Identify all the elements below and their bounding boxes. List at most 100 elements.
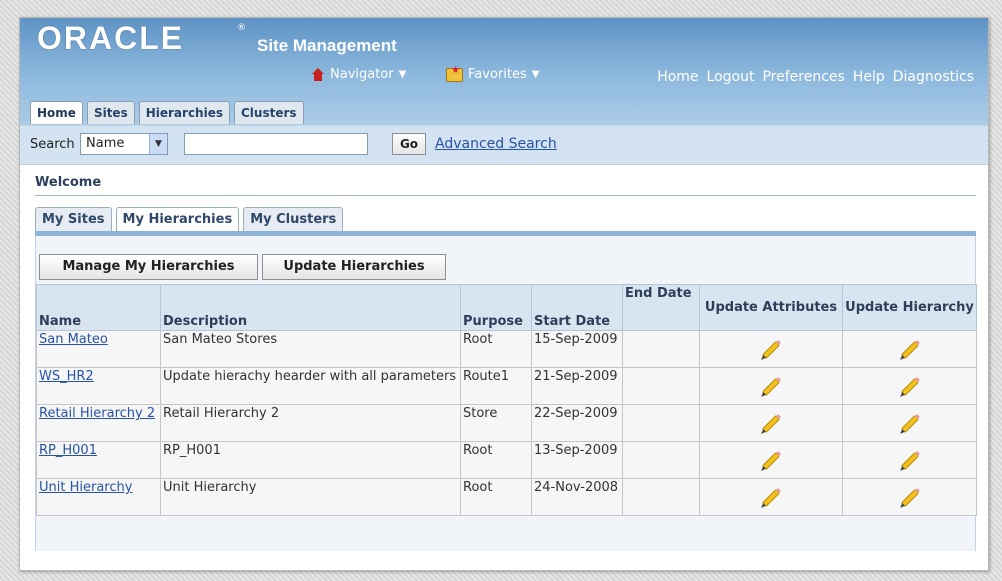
column-header-description: Description bbox=[160, 284, 461, 331]
cell-start-date: 21-Sep-2009 bbox=[531, 367, 623, 405]
search-bar: Search Name ▼ Go Advanced Search bbox=[20, 125, 988, 165]
tab-home[interactable]: Home bbox=[30, 101, 83, 124]
favorites-icon bbox=[446, 65, 463, 82]
navigator-label: Navigator bbox=[330, 67, 394, 82]
tab-hierarchies[interactable]: Hierarchies bbox=[138, 101, 230, 124]
app-window: ORACLE ® Site Management Navigator ▼ Fav… bbox=[19, 17, 989, 571]
global-link-help[interactable]: Help bbox=[853, 69, 885, 85]
global-link-logout[interactable]: Logout bbox=[707, 69, 755, 85]
update-hierarchy-cell[interactable] bbox=[842, 404, 977, 442]
hierarchies-table: Name Description Purpose Start Date End … bbox=[36, 284, 977, 516]
search-field-select[interactable]: Name ▼ bbox=[80, 133, 168, 155]
home-icon bbox=[311, 68, 325, 81]
hierarchy-name-link[interactable]: Retail Hierarchy 2 bbox=[39, 406, 155, 421]
pencil-icon[interactable] bbox=[901, 416, 918, 432]
chevron-down-icon: ▼ bbox=[398, 69, 407, 80]
cell-start-date: 15-Sep-2009 bbox=[531, 330, 623, 368]
favorites-label: Favorites bbox=[468, 67, 527, 82]
update-hierarchy-cell[interactable] bbox=[842, 330, 977, 368]
cell-end-date bbox=[622, 330, 700, 368]
hierarchy-name-link[interactable]: San Mateo bbox=[39, 332, 108, 347]
cell-name: RP_H001 bbox=[36, 441, 161, 479]
cell-purpose: Store bbox=[460, 404, 532, 442]
navigator-menu[interactable]: Navigator ▼ bbox=[311, 67, 406, 82]
update-hierarchy-cell[interactable] bbox=[842, 441, 977, 479]
subtab-my-sites[interactable]: My Sites bbox=[35, 207, 112, 232]
column-header-name: Name bbox=[36, 284, 161, 331]
cell-purpose: Root bbox=[460, 478, 532, 516]
cell-name: Unit Hierarchy bbox=[36, 478, 161, 516]
table-row: RP_H001 RP_H001 Root 13-Sep-2009 bbox=[36, 441, 977, 479]
advanced-search-link[interactable]: Advanced Search bbox=[435, 136, 557, 152]
logo-registered-mark: ® bbox=[237, 23, 246, 33]
column-header-start-date: Start Date bbox=[531, 284, 623, 331]
update-attributes-cell[interactable] bbox=[699, 441, 843, 479]
pencil-icon[interactable] bbox=[901, 342, 918, 358]
pencil-icon[interactable] bbox=[901, 379, 918, 395]
search-label: Search bbox=[30, 137, 75, 152]
pencil-icon[interactable] bbox=[763, 453, 779, 469]
cell-name: Retail Hierarchy 2 bbox=[36, 404, 161, 442]
global-link-diagnostics[interactable]: Diagnostics bbox=[893, 69, 974, 85]
update-attributes-cell[interactable] bbox=[699, 367, 843, 405]
table-row: Retail Hierarchy 2 Retail Hierarchy 2 St… bbox=[36, 404, 977, 442]
favorites-menu[interactable]: Favorites ▼ bbox=[446, 65, 540, 82]
cell-end-date bbox=[622, 478, 700, 516]
search-input[interactable] bbox=[184, 133, 368, 155]
chevron-down-icon: ▼ bbox=[531, 69, 540, 80]
welcome-heading: Welcome bbox=[35, 175, 102, 190]
sub-tabs: My Sites My Hierarchies My Clusters bbox=[35, 207, 344, 232]
hierarchy-name-link[interactable]: RP_H001 bbox=[39, 443, 97, 458]
table-header-row: Name Description Purpose Start Date End … bbox=[36, 284, 977, 331]
chevron-down-icon: ▼ bbox=[149, 134, 167, 154]
cell-description: Retail Hierarchy 2 bbox=[160, 404, 461, 442]
cell-end-date bbox=[622, 404, 700, 442]
cell-end-date bbox=[622, 441, 700, 479]
global-links: Home Logout Preferences Help Diagnostics bbox=[657, 69, 974, 85]
cell-start-date: 22-Sep-2009 bbox=[531, 404, 623, 442]
pencil-icon[interactable] bbox=[763, 490, 779, 506]
main-tabs: Home Sites Hierarchies Clusters bbox=[30, 101, 304, 124]
pencil-icon[interactable] bbox=[763, 379, 779, 395]
update-attributes-cell[interactable] bbox=[699, 404, 843, 442]
go-button[interactable]: Go bbox=[392, 133, 426, 155]
subtab-my-hierarchies[interactable]: My Hierarchies bbox=[115, 207, 240, 232]
cell-start-date: 24-Nov-2008 bbox=[531, 478, 623, 516]
pencil-icon[interactable] bbox=[901, 453, 918, 469]
cell-purpose: Route1 bbox=[460, 367, 532, 405]
table-row: WS_HR2 Update hierachy hearder with all … bbox=[36, 367, 977, 405]
cell-end-date bbox=[622, 367, 700, 405]
pencil-icon[interactable] bbox=[901, 490, 918, 506]
subtab-my-clusters[interactable]: My Clusters bbox=[243, 207, 344, 232]
cell-description: Update hierachy hearder with all paramet… bbox=[160, 367, 461, 405]
cell-description: San Mateo Stores bbox=[160, 330, 461, 368]
hierarchy-name-link[interactable]: Unit Hierarchy bbox=[39, 480, 132, 495]
table-row: Unit Hierarchy Unit Hierarchy Root 24-No… bbox=[36, 478, 977, 516]
pencil-icon[interactable] bbox=[763, 342, 779, 358]
app-title: Site Management bbox=[257, 36, 397, 55]
column-header-purpose: Purpose bbox=[460, 284, 532, 331]
global-link-preferences[interactable]: Preferences bbox=[762, 69, 844, 85]
cell-purpose: Root bbox=[460, 441, 532, 479]
hierarchy-name-link[interactable]: WS_HR2 bbox=[39, 369, 94, 384]
update-hierarchy-cell[interactable] bbox=[842, 367, 977, 405]
update-attributes-cell[interactable] bbox=[699, 478, 843, 516]
tab-sites[interactable]: Sites bbox=[86, 101, 135, 124]
update-hierarchy-cell[interactable] bbox=[842, 478, 977, 516]
update-attributes-cell[interactable] bbox=[699, 330, 843, 368]
cell-purpose: Root bbox=[460, 330, 532, 368]
column-header-update-hierarchy: Update Hierarchy bbox=[842, 284, 977, 331]
search-field-value: Name bbox=[86, 136, 125, 151]
manage-my-hierarchies-button[interactable]: Manage My Hierarchies bbox=[39, 254, 258, 280]
tab-clusters[interactable]: Clusters bbox=[234, 101, 304, 124]
table-row: San Mateo San Mateo Stores Root 15-Sep-2… bbox=[36, 330, 977, 368]
cell-description: Unit Hierarchy bbox=[160, 478, 461, 516]
pencil-icon[interactable] bbox=[763, 416, 779, 432]
welcome-divider bbox=[35, 195, 976, 196]
oracle-logo: ORACLE bbox=[37, 20, 185, 56]
update-hierarchies-button[interactable]: Update Hierarchies bbox=[262, 254, 446, 280]
cell-start-date: 13-Sep-2009 bbox=[531, 441, 623, 479]
global-link-home[interactable]: Home bbox=[657, 69, 698, 85]
cell-name: WS_HR2 bbox=[36, 367, 161, 405]
column-header-update-attributes: Update Attributes bbox=[699, 284, 843, 331]
